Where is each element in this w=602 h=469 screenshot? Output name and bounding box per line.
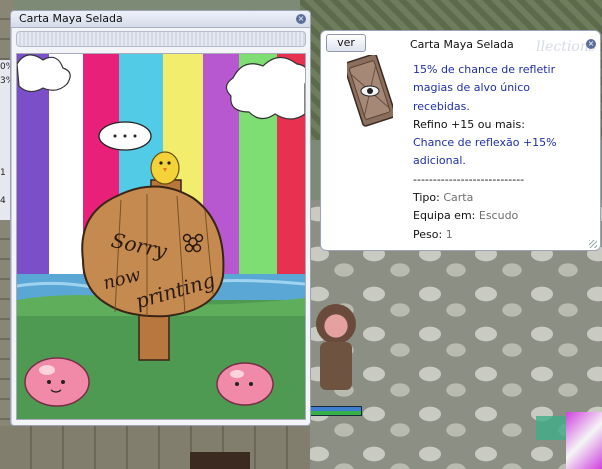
close-icon[interactable]: × bbox=[586, 39, 596, 49]
panel-text: 4 bbox=[0, 196, 6, 206]
card-illustration-window[interactable]: Carta Maya Selada × Sorry now printing bbox=[10, 10, 311, 426]
card-description: 15% de chance de refletir magias de alvo… bbox=[413, 61, 599, 244]
sorry-now-printing-art: Sorry now printing bbox=[17, 54, 305, 419]
description-line: Chance de reflexão +15% bbox=[413, 136, 557, 150]
description-line: 15% de chance de refletir bbox=[413, 63, 556, 76]
close-icon[interactable]: × bbox=[296, 14, 306, 24]
weight-value: 1 bbox=[445, 227, 453, 241]
panel-text: 1 bbox=[0, 168, 6, 178]
type-value: Carta bbox=[443, 191, 474, 205]
weight-label: Peso: bbox=[413, 227, 443, 241]
description-line: recebidas. bbox=[413, 99, 470, 113]
type-row: Tipo: Carta bbox=[413, 189, 599, 207]
drag-handle[interactable] bbox=[16, 31, 306, 47]
resize-grip[interactable] bbox=[589, 240, 597, 248]
card-description-window[interactable]: llections ver Carta Maya Selada × 15% de… bbox=[320, 30, 601, 251]
description-line: Refino +15 ou mais: bbox=[413, 117, 525, 131]
card-illustration: Sorry now printing bbox=[16, 53, 306, 420]
hp-sp-bar bbox=[310, 406, 362, 416]
skill-effect bbox=[536, 416, 568, 440]
equip-label: Equipa em: bbox=[413, 209, 476, 223]
warp-portal[interactable] bbox=[566, 412, 602, 469]
type-label: Tipo: bbox=[413, 191, 440, 205]
card-thumbnail-icon[interactable] bbox=[343, 53, 397, 127]
equip-row: Equipa em: Escudo bbox=[413, 207, 599, 225]
doorway bbox=[190, 452, 250, 469]
character-body bbox=[320, 342, 352, 390]
equip-value: Escudo bbox=[478, 209, 519, 223]
character-head bbox=[316, 304, 356, 344]
description-line: magias de alvo único bbox=[413, 81, 531, 95]
weight-row: Peso: 1 bbox=[413, 226, 599, 244]
separator: ---------------------------- bbox=[413, 172, 525, 186]
card-name: Carta Maya Selada bbox=[410, 38, 514, 51]
player-character[interactable] bbox=[312, 300, 360, 404]
window-title: Carta Maya Selada bbox=[19, 12, 123, 25]
description-line: adicional. bbox=[413, 154, 466, 168]
stone-wall-bottom bbox=[0, 426, 310, 469]
window-titlebar[interactable]: Carta Maya Selada × bbox=[11, 11, 310, 28]
view-button[interactable]: ver bbox=[326, 34, 366, 52]
